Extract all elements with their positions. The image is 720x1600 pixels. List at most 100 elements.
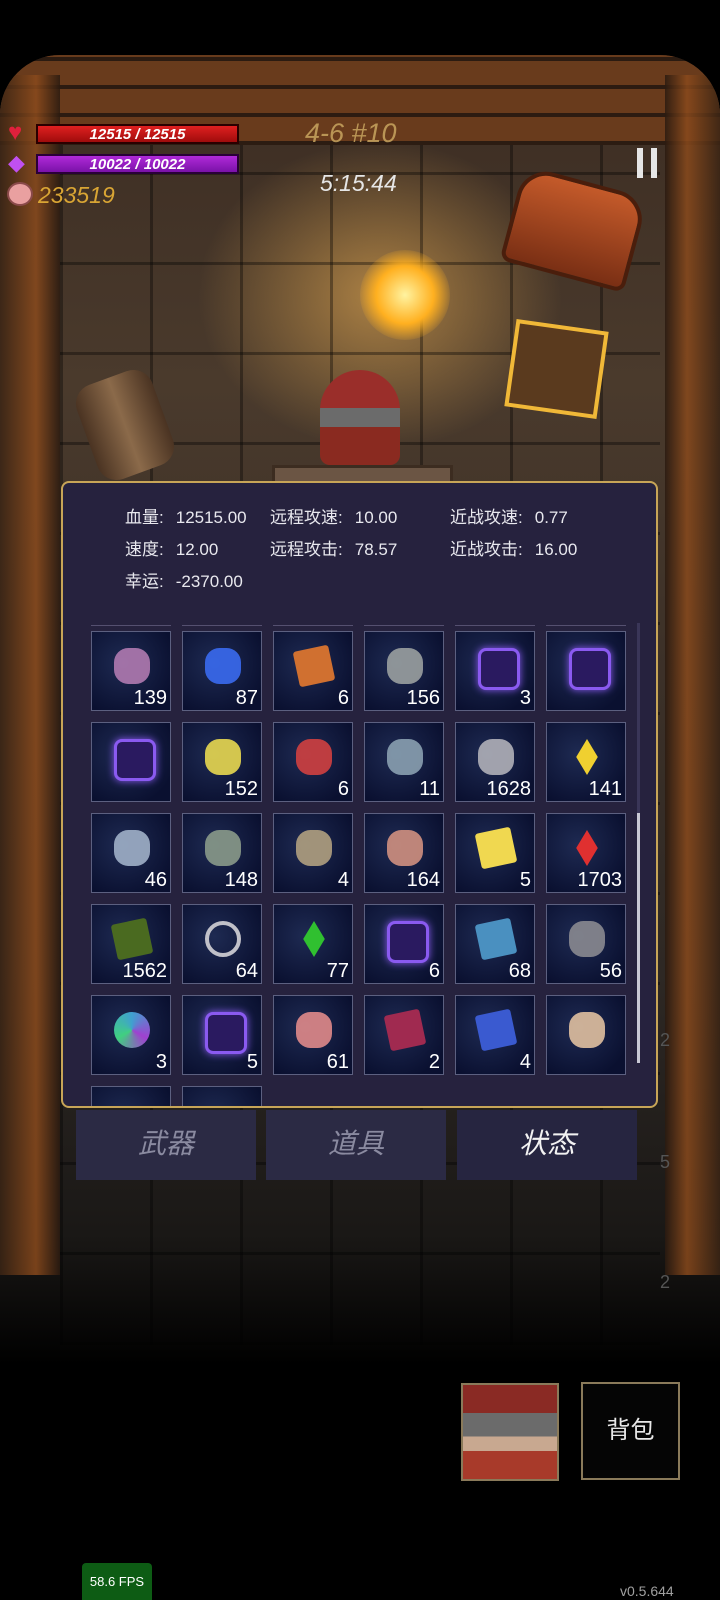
rune-icon: [114, 739, 156, 781]
rune-icon: [569, 648, 611, 690]
crystal-icon: [303, 921, 325, 957]
inventory-slot[interactable]: [182, 1086, 262, 1106]
item-count: 6: [428, 960, 440, 982]
right-wall: [665, 75, 720, 1275]
item-count: 4: [337, 869, 349, 891]
inventory-slot[interactable]: [546, 995, 626, 1075]
tab-items[interactable]: 道具: [266, 1110, 446, 1180]
inventory-slot[interactable]: 5: [182, 995, 262, 1075]
rune-icon: [205, 1012, 247, 1054]
divider: [182, 625, 262, 626]
inventory-slot[interactable]: 152: [182, 722, 262, 802]
book-icon: [474, 1008, 518, 1052]
inventory-slot[interactable]: 2: [364, 995, 444, 1075]
star-icon: [205, 739, 241, 775]
inventory-slot[interactable]: 11: [364, 722, 444, 802]
card-icon: [474, 826, 518, 870]
inventory-slot[interactable]: 156: [364, 631, 444, 711]
inventory-slot[interactable]: 6: [273, 631, 353, 711]
inventory-slot[interactable]: 4: [455, 995, 535, 1075]
mushroom-icon: [387, 830, 423, 866]
bag-button[interactable]: 背包: [581, 1382, 680, 1480]
inventory-slot[interactable]: 3: [455, 631, 535, 711]
stat-ranged-attack: 远程攻击: 78.57: [270, 540, 398, 559]
campfire-icon: [360, 250, 450, 340]
inventory-slot[interactable]: 139: [91, 631, 171, 711]
inventory-slot[interactable]: 46: [91, 813, 171, 893]
inventory-slot[interactable]: [91, 722, 171, 802]
inventory-slot[interactable]: 1562: [91, 904, 171, 984]
boots-icon: [114, 648, 150, 684]
item-count: 87: [235, 687, 258, 709]
item-count: 56: [599, 960, 622, 982]
side-count: 2: [660, 1272, 671, 1292]
book-icon: [292, 644, 336, 688]
piggy-bank-icon: [7, 182, 33, 206]
item-count: 141: [588, 778, 622, 800]
berries-icon: [296, 739, 332, 775]
mystery-box-icon: [504, 318, 609, 420]
inventory-slot[interactable]: 3: [91, 995, 171, 1075]
inventory-slot[interactable]: 68: [455, 904, 535, 984]
ring-icon: [205, 921, 241, 957]
inventory-slot[interactable]: 64: [182, 904, 262, 984]
stat-melee-attack: 近战攻击: 16.00: [450, 540, 578, 559]
divider: [546, 625, 626, 626]
inventory-slot[interactable]: 141: [546, 722, 626, 802]
scrollbar-thumb[interactable]: [637, 813, 640, 1063]
character-portrait[interactable]: [461, 1383, 559, 1481]
inventory-slot[interactable]: 5: [455, 813, 535, 893]
crystal-icon: [576, 830, 598, 866]
side-count: 2: [660, 1030, 671, 1050]
inventory-slot[interactable]: 1703: [546, 813, 626, 893]
gold-count: 233519: [38, 182, 115, 208]
divider: [455, 625, 535, 626]
health-text: 12515 / 12515: [89, 126, 186, 143]
timer: 5:15:44: [320, 170, 397, 196]
book-icon: [474, 917, 518, 961]
mana-text: 10022 / 10022: [89, 156, 186, 173]
item-count: 64: [235, 960, 258, 982]
item-count: 1703: [577, 869, 623, 891]
item-count: 152: [224, 778, 258, 800]
inventory-slot[interactable]: 77: [273, 904, 353, 984]
book-icon: [110, 917, 154, 961]
inventory-slot[interactable]: 6: [273, 722, 353, 802]
inventory-slot[interactable]: 61: [273, 995, 353, 1075]
rune-icon: [478, 648, 520, 690]
tab-weapons[interactable]: 武器: [76, 1110, 256, 1180]
book-icon: [383, 1008, 427, 1052]
item-count: 2: [428, 1051, 440, 1073]
health-bar: 12515 / 12515: [36, 124, 239, 144]
orb-icon: [114, 1012, 150, 1048]
item-count: 3: [519, 687, 531, 709]
inventory-slot[interactable]: 87: [182, 631, 262, 711]
divider: [91, 625, 171, 626]
inventory-slot[interactable]: [91, 1086, 171, 1106]
version-label: v0.5.644: [620, 1583, 674, 1599]
inventory-slot[interactable]: 148: [182, 813, 262, 893]
inventory-slot[interactable]: 1628: [455, 722, 535, 802]
item-count: 68: [508, 960, 531, 982]
item-count: 11: [419, 778, 440, 800]
inventory-slot[interactable]: 4: [273, 813, 353, 893]
inventory-slot[interactable]: 164: [364, 813, 444, 893]
stat-melee-speed: 近战攻速: 0.77: [450, 508, 568, 527]
item-count: 46: [144, 869, 167, 891]
inventory-slot[interactable]: 56: [546, 904, 626, 984]
fps-counter: 58.6 FPS: [82, 1563, 152, 1600]
flowers-icon: [296, 1012, 332, 1048]
mana-gem-icon: ◆: [8, 150, 25, 175]
tab-status[interactable]: 状态: [457, 1110, 637, 1180]
mana-bar: 10022 / 10022: [36, 154, 239, 174]
inventory-slot[interactable]: 6: [364, 904, 444, 984]
potion-icon: [205, 648, 241, 684]
skull-icon: [569, 1012, 605, 1048]
heart-icon: ♥: [8, 119, 23, 146]
item-count: 5: [246, 1051, 258, 1073]
stat-speed: 速度: 12.00: [125, 540, 219, 559]
pause-button[interactable]: [633, 143, 663, 183]
item-count: 156: [406, 687, 440, 709]
inventory-slot[interactable]: [546, 631, 626, 711]
item-count: 5: [519, 869, 531, 891]
